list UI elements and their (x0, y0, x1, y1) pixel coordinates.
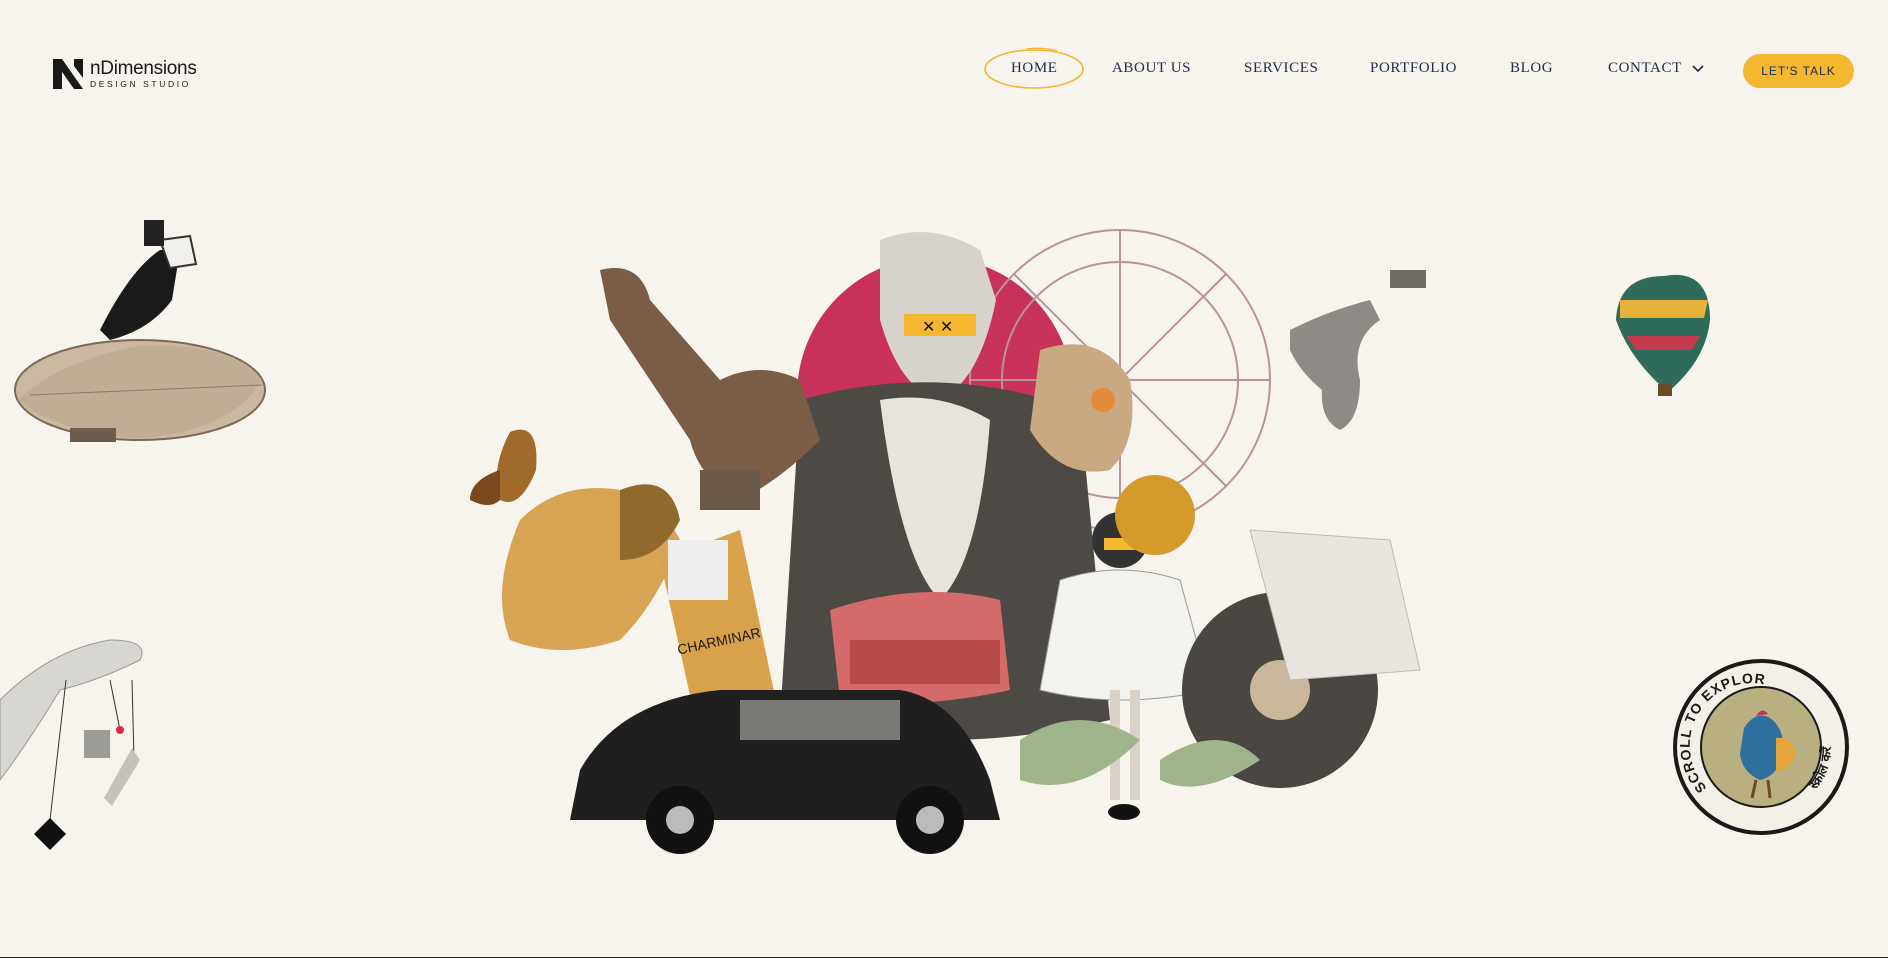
hand-mobile-illustration (0, 639, 143, 850)
svg-text:✕ ✕: ✕ ✕ (922, 319, 953, 336)
bearded-man-illustration (600, 268, 820, 510)
butterfly-illustration (470, 429, 537, 505)
scroll-badge-graphic: SCROLL TO EXPLORE स्क्रोल करें (1667, 645, 1849, 835)
crow-zeppelin-illustration (14, 220, 266, 442)
vintage-car-illustration (570, 690, 1000, 854)
tap-illustration (1290, 270, 1426, 430)
hot-air-balloon-illustration (1616, 274, 1710, 396)
scroll-to-explore-badge[interactable]: SCROLL TO EXPLORE स्क्रोल करें (1667, 645, 1850, 836)
hero-collage: ✕ ✕ CHARMINAR (0, 220, 1710, 854)
sunflower-illustration (1115, 475, 1195, 555)
dried-flower-illustration (502, 484, 680, 650)
typewriter-illustration (830, 592, 1010, 704)
